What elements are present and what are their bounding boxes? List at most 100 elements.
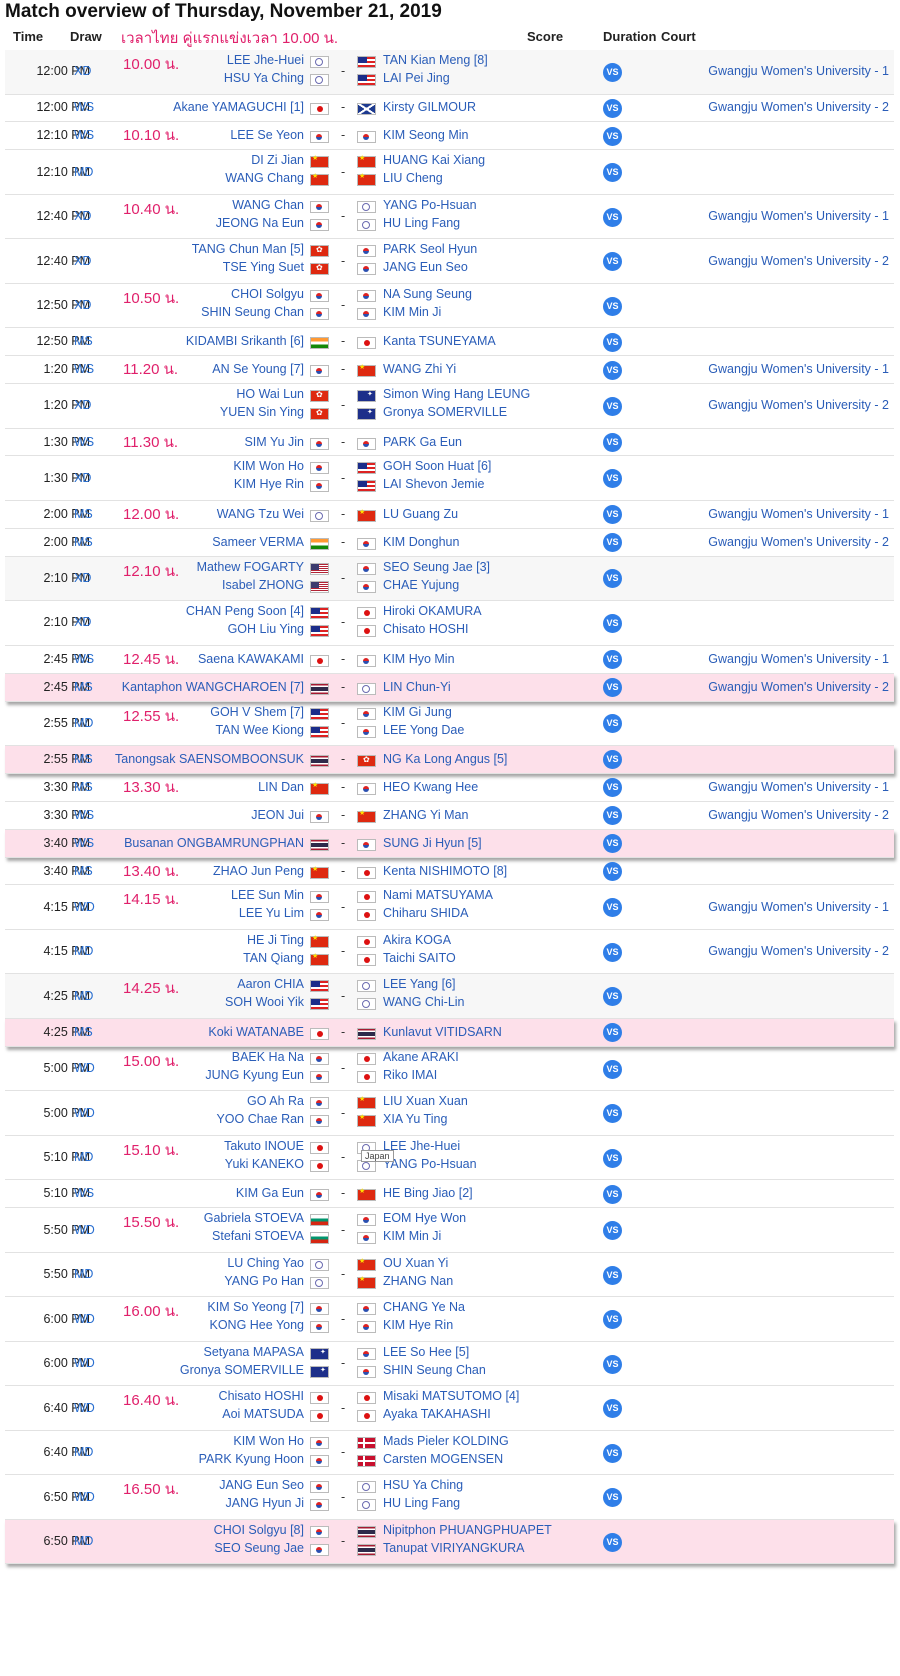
player-name[interactable]: ZHANG Nan [383, 1274, 453, 1288]
player-name[interactable]: HSU Ya Ching [224, 71, 304, 85]
player-name[interactable]: GOH Soon Huat [6] [383, 459, 491, 473]
vs-match-button[interactable]: VS [603, 1354, 622, 1374]
match-draw[interactable]: MD [74, 1150, 93, 1164]
match-draw[interactable]: MD [74, 716, 93, 730]
court-link[interactable]: Gwangju Women's University - 1 [708, 900, 889, 914]
player-name[interactable]: GO Ah Ra [247, 1094, 304, 1108]
player-name[interactable]: Aaron CHIA [237, 977, 304, 991]
match-row[interactable]: 2:10 PM XD 12.10 น. Mathew FOGARTY Isabel ZH… [5, 556, 894, 602]
player-name[interactable]: KIM Hye Rin [234, 477, 304, 491]
vs-match-button[interactable]: VS [603, 469, 622, 489]
vs-match-button[interactable]: VS [603, 678, 622, 698]
player-name[interactable]: LAI Shevon Jemie [383, 477, 484, 491]
player-name[interactable]: JUNG Kyung Eun [205, 1068, 304, 1082]
player-name[interactable]: Koki WATANABE [208, 1025, 304, 1039]
player-name[interactable]: PARK Kyung Hoon [199, 1452, 304, 1466]
player-name[interactable]: Misaki MATSUTOMO [4] [383, 1389, 519, 1403]
vs-match-button[interactable]: VS [603, 714, 622, 734]
player-name[interactable]: WANG Tzu Wei [217, 507, 304, 521]
player-name[interactable]: Takuto INOUE [224, 1139, 304, 1153]
match-row[interactable]: 5:10 PM MD 15.10 น. Takuto INOUE Yuki KANEKO… [5, 1136, 894, 1181]
match-draw[interactable]: MD [74, 944, 93, 958]
player-name[interactable]: Chisato HOSHI [219, 1389, 304, 1403]
match-row[interactable]: 6:50 PM MD CHOI Solgyu [8] SEO Seung Jae Nip… [5, 1519, 894, 1565]
match-draw[interactable]: MS [74, 1025, 93, 1039]
vs-match-button[interactable]: VS [603, 650, 622, 670]
player-name[interactable]: LIN Chun-Yi [383, 680, 451, 694]
match-draw[interactable]: XD [74, 471, 91, 485]
player-name[interactable]: LEE Yang [6] [383, 977, 456, 991]
court-link[interactable]: Gwangju Women's University - 2 [708, 680, 889, 694]
match-draw[interactable]: MS [74, 507, 93, 521]
player-name[interactable]: SHIN Seung Chan [383, 1363, 486, 1377]
match-draw[interactable]: WS [74, 836, 94, 850]
player-name[interactable]: WANG Chi-Lin [383, 995, 465, 1009]
vs-match-button[interactable]: VS [603, 1059, 622, 1079]
player-name[interactable]: Kanta TSUNEYAMA [383, 334, 496, 348]
match-draw[interactable]: XD [74, 615, 91, 629]
vs-match-button[interactable]: VS [603, 1148, 622, 1168]
player-name[interactable]: CHAE Yujung [383, 578, 459, 592]
player-name[interactable]: HU Ling Fang [383, 1496, 460, 1510]
player-name[interactable]: Gronya SOMERVILLE [180, 1363, 304, 1377]
player-name[interactable]: Saena KAWAKAMI [198, 652, 304, 666]
player-name[interactable]: TAN Qiang [243, 951, 304, 965]
player-name[interactable]: HUANG Kai Xiang [383, 153, 485, 167]
player-name[interactable]: AN Se Young [7] [212, 362, 304, 376]
player-name[interactable]: NA Sung Seung [383, 287, 472, 301]
player-name[interactable]: LU Ching Yao [227, 1256, 304, 1270]
player-name[interactable]: LAI Pei Jing [383, 71, 450, 85]
match-row[interactable]: 3:40 PMMS13.40 น.ZHAO Jun PengKenta NISH… [5, 858, 894, 886]
match-row[interactable]: 1:30 PM WS 11.30 น. SIM Yu Jin PARK Ga Eun - V… [5, 429, 894, 457]
player-name[interactable]: KIM Ga Eun [236, 1186, 304, 1200]
player-name[interactable]: LIU Xuan Xuan [383, 1094, 468, 1108]
player-name[interactable]: HEO Kwang Hee [383, 780, 478, 794]
player-name[interactable]: LEE Sun Min [231, 888, 304, 902]
vs-match-button[interactable]: VS [603, 1104, 622, 1124]
player-name[interactable]: Kantaphon WANGCHAROEN [7] [122, 680, 304, 694]
vs-match-button[interactable]: VS [603, 98, 622, 118]
match-row[interactable]: 2:10 PM XD CHAN Peng Soon [4] GOH Liu Ying H… [5, 601, 894, 646]
match-row[interactable]: 6:00 PMWDSetyana MAPASAGronya SOMERVILLE… [5, 1342, 894, 1387]
match-draw[interactable]: MS [74, 864, 93, 878]
player-name[interactable]: TAN Kian Meng [8] [383, 53, 488, 67]
vs-match-button[interactable]: VS [603, 1023, 622, 1043]
player-name[interactable]: Tanupat VIRIYANGKURA [383, 1541, 525, 1555]
player-name[interactable]: ZHANG Yi Man [383, 808, 468, 822]
match-draw[interactable]: WD [74, 1490, 95, 1504]
player-name[interactable]: Setyana MAPASA [203, 1345, 304, 1359]
player-name[interactable]: CHANG Ye Na [383, 1300, 465, 1314]
player-name[interactable]: Mads Pieler KOLDING [383, 1434, 509, 1448]
player-name[interactable]: CHAN Peng Soon [4] [186, 604, 304, 618]
match-draw[interactable]: MD [74, 1445, 93, 1459]
vs-match-button[interactable]: VS [603, 1265, 622, 1285]
player-name[interactable]: Gabriela STOEVA [204, 1211, 304, 1225]
court-link[interactable]: Gwangju Women's University - 1 [708, 209, 889, 223]
player-name[interactable]: Akane YAMAGUCHI [1] [173, 100, 304, 114]
vs-match-button[interactable]: VS [603, 296, 622, 316]
match-row[interactable]: 5:50 PM WD 15.50 น. Gabriela STOEVA Stefani … [5, 1208, 894, 1253]
player-name[interactable]: CHOI Solgyu [231, 287, 304, 301]
match-row[interactable]: 12:00 PM XD 10.00 น. LEE Jhe-Huei HSU Ya Chi… [5, 50, 894, 95]
player-name[interactable]: SUNG Ji Hyun [5] [383, 836, 482, 850]
player-name[interactable]: Busanan ONGBAMRUNGPHAN [124, 836, 304, 850]
vs-match-button[interactable]: VS [603, 396, 622, 416]
vs-match-button[interactable]: VS [603, 332, 622, 352]
match-draw[interactable]: WS [74, 808, 94, 822]
match-draw[interactable]: XD [74, 209, 91, 223]
player-name[interactable]: Hiroki OKAMURA [383, 604, 482, 618]
match-draw[interactable]: WD [74, 1061, 95, 1075]
vs-match-button[interactable]: VS [603, 834, 622, 854]
match-row[interactable]: 12:40 PMXDTANG Chun Man [5]TSE Ying Suet… [5, 239, 894, 284]
player-name[interactable]: Gronya SOMERVILLE [383, 405, 507, 419]
match-row[interactable]: 1:20 PM WS 11.20 น. AN Se Young [7] WANG Zhi… [5, 356, 894, 385]
player-name[interactable]: BAEK Ha Na [232, 1050, 304, 1064]
match-row[interactable]: 2:00 PM MS 12.00 น. WANG Tzu Wei LU Guang Zu… [5, 501, 894, 529]
player-name[interactable]: HO Wai Lun [236, 387, 304, 401]
player-name[interactable]: LEE Jhe-Huei [227, 53, 304, 67]
vs-match-button[interactable]: VS [603, 163, 622, 183]
match-row[interactable]: 2:45 PM WS 12.45 น. Saena KAWAKAMI KIM Hyo M… [5, 646, 894, 674]
match-draw[interactable]: XD [74, 571, 91, 585]
player-name[interactable]: Carsten MOGENSEN [383, 1452, 503, 1466]
match-draw[interactable]: WD [74, 1106, 95, 1120]
